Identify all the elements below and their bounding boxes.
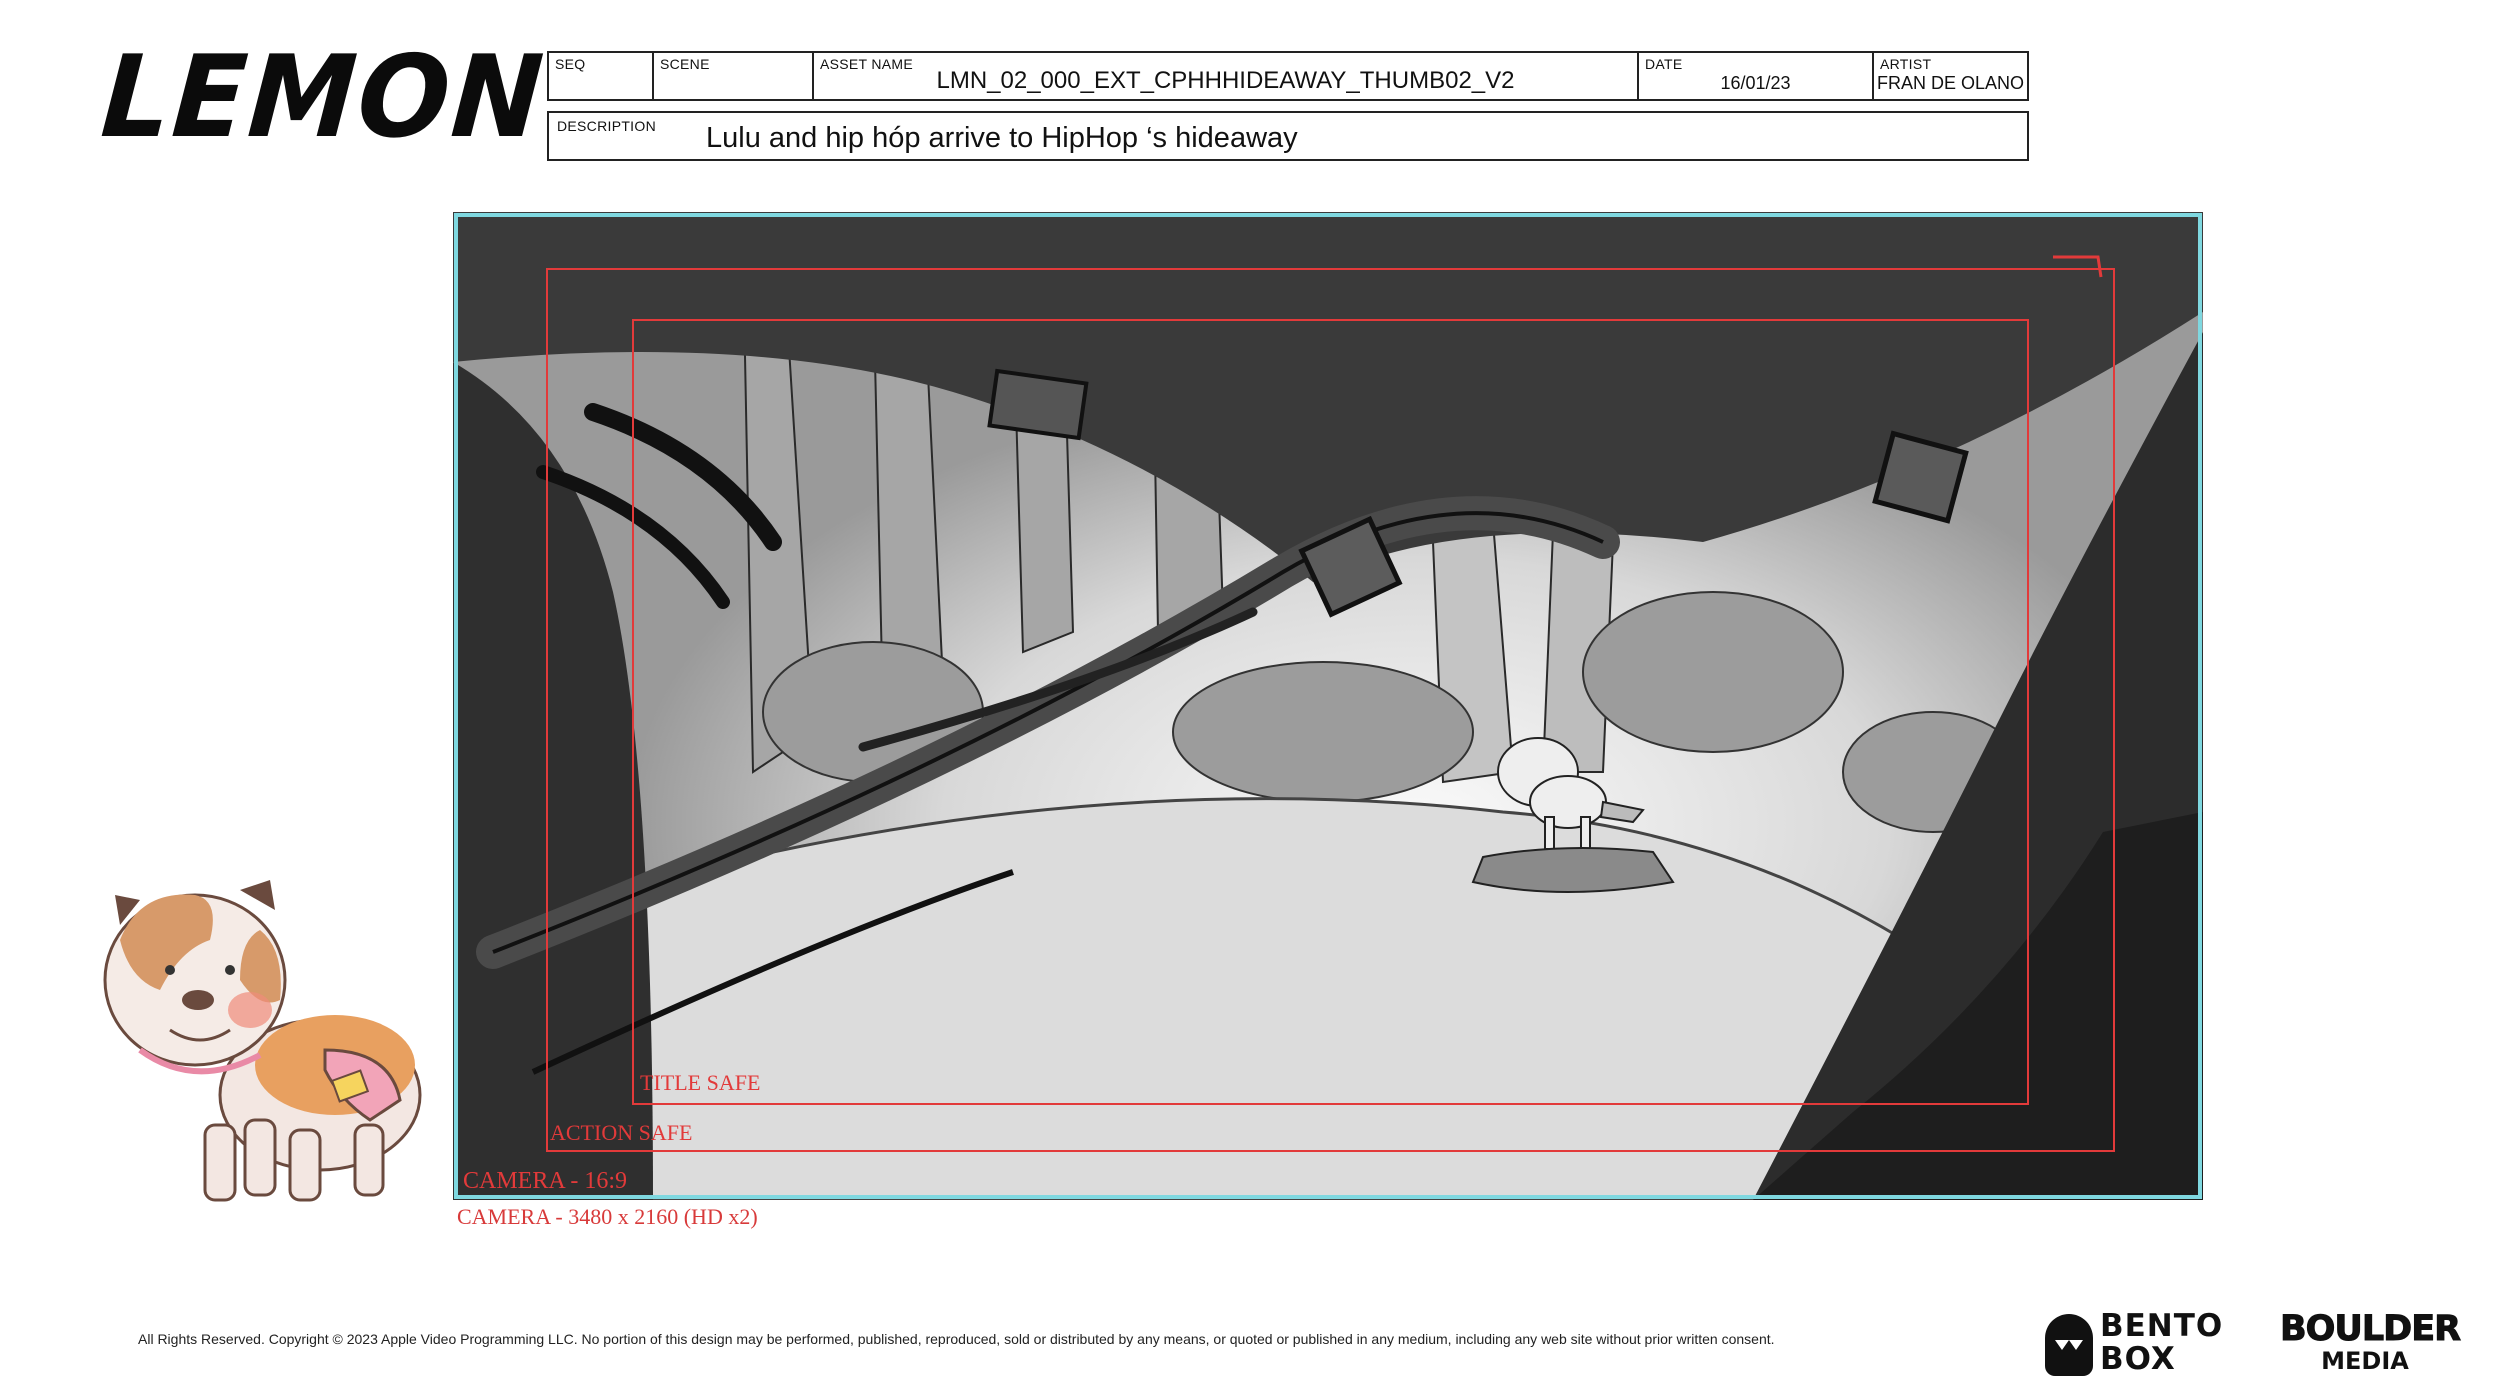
- asset-name-value: LMN_02_000_EXT_CPHHHIDEAWAY_THUMB02_V2: [936, 67, 1515, 94]
- title-safe-label: TITLE SAFE: [640, 1070, 761, 1095]
- action-safe-label: ACTION SAFE: [550, 1120, 693, 1145]
- lemon-logo: LEMON: [97, 31, 549, 164]
- bulldog-character-icon: [100, 870, 430, 1210]
- seq-label: SEQ: [555, 56, 586, 72]
- boulder-logo-line1: BOULDER: [2280, 1309, 2462, 1349]
- bento-box-logo: BENTO BOX: [2045, 1310, 2250, 1384]
- storyboard-panel: [453, 212, 2203, 1200]
- copyright-notice: All Rights Reserved. Copyright © 2023 Ap…: [138, 1331, 1775, 1347]
- description-row: DESCRIPTION Lulu and hip hóp arrive to …: [547, 111, 2029, 161]
- scene-cell: SCENE: [654, 53, 814, 99]
- artist-cell: ARTIST FRAN DE OLANO: [1874, 53, 2027, 99]
- asset-info-row: SEQ SCENE ASSET NAME LMN_02_000_EXT_CPHH…: [547, 51, 2029, 101]
- scene-label: SCENE: [660, 56, 710, 72]
- camera-resolution-label: CAMERA - 3480 x 2160 (HD x2): [457, 1204, 758, 1229]
- seq-cell: SEQ: [549, 53, 654, 99]
- date-cell: DATE 16/01/23: [1639, 53, 1874, 99]
- boulder-logo-line2: MEDIA: [2321, 1347, 2409, 1375]
- date-value: 16/01/23: [1720, 73, 1791, 93]
- camera-label: CAMERA - 16:9: [463, 1168, 628, 1194]
- boulder-media-logo: BOULDER MEDIA: [2280, 1309, 2462, 1380]
- artist-value: FRAN DE OLANO: [1876, 73, 2025, 93]
- description-label: DESCRIPTION: [557, 118, 656, 134]
- storyboard-sketch: [453, 212, 2203, 1200]
- bento-box-mascot-icon: [2045, 1314, 2093, 1376]
- date-label: DATE: [1645, 56, 1683, 72]
- artist-label: ARTIST: [1880, 56, 1932, 72]
- asset-name-cell: ASSET NAME LMN_02_000_EXT_CPHHHIDEAWAY_T…: [814, 53, 1639, 99]
- description-text: Lulu and hip hóp arrive to HipHop ‘s hi…: [706, 122, 1298, 154]
